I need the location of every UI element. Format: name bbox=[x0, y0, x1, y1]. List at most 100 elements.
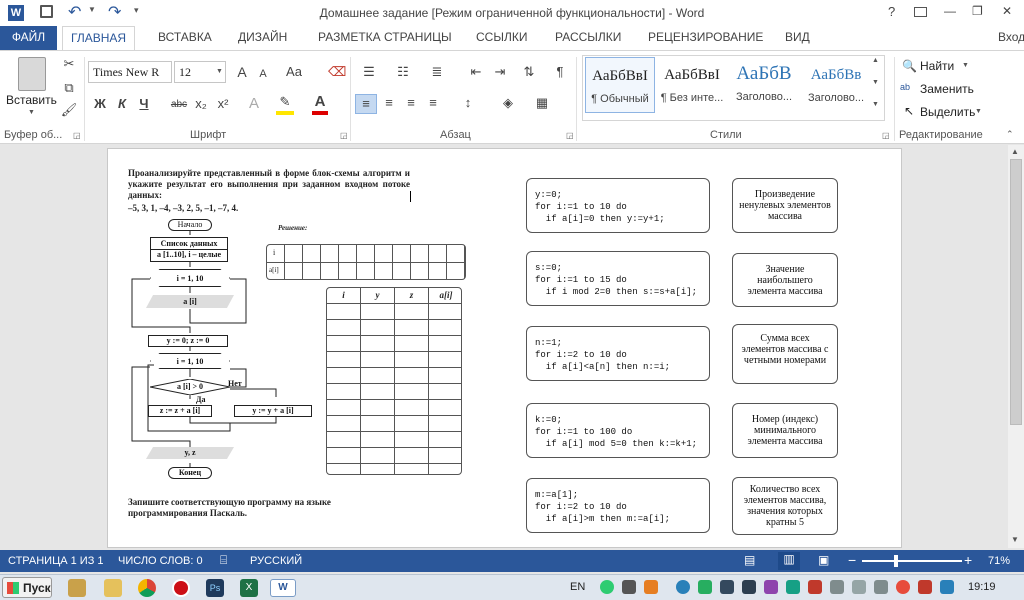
start-button[interactable]: Пуск bbox=[2, 577, 52, 598]
tray-icon-5[interactable] bbox=[698, 580, 712, 594]
style-normal[interactable]: АаБбВвІ ¶ Обычный bbox=[585, 57, 655, 113]
code-block-5[interactable]: m:=a[1]; for i:=2 to 10 do if a[i]>m the… bbox=[526, 478, 710, 533]
minimize-button[interactable]: — bbox=[944, 4, 956, 18]
style-heading-1[interactable]: АаБбВ Заголово... bbox=[729, 57, 799, 113]
info-icon[interactable] bbox=[676, 580, 690, 594]
select-button[interactable]: Выделить bbox=[920, 105, 975, 119]
style-no-spacing[interactable]: АаБбВвІ ¶ Без инте... bbox=[657, 57, 727, 113]
subscript-button[interactable]: x₂ bbox=[192, 95, 210, 113]
styles-more-icon[interactable]: ▼ bbox=[872, 101, 879, 108]
text-effects-icon[interactable]: A bbox=[246, 95, 262, 113]
tray-icon-6[interactable] bbox=[720, 580, 734, 594]
code-block-3[interactable]: n:=1; for i:=2 to 10 do if a[i]<a[n] the… bbox=[526, 326, 710, 381]
answer-box-1[interactable]: Произведение ненулевых элементов массива bbox=[732, 178, 838, 233]
answer-box-3[interactable]: Сумма всех элементов массива с четными н… bbox=[732, 324, 838, 384]
word-taskbar-icon[interactable]: W bbox=[270, 579, 296, 597]
tray-icon-9[interactable] bbox=[786, 580, 800, 594]
justify-icon[interactable]: ≡ bbox=[423, 94, 443, 112]
paste-dropdown-icon[interactable]: ▼ bbox=[28, 109, 35, 116]
web-layout-icon[interactable]: ▣ bbox=[818, 553, 829, 567]
document-page[interactable]: Проанализируйте представленный в форме б… bbox=[107, 148, 902, 548]
scroll-thumb[interactable] bbox=[1010, 159, 1022, 425]
tab-file[interactable]: ФАЙЛ bbox=[0, 26, 57, 50]
close-button[interactable]: ✕ bbox=[1002, 4, 1012, 18]
multilevel-list-icon[interactable]: ≣ bbox=[426, 63, 448, 81]
page-count[interactable]: СТРАНИЦА 1 ИЗ 1 bbox=[8, 555, 104, 567]
change-case-button[interactable]: Aa bbox=[282, 63, 306, 81]
chrome-icon[interactable] bbox=[138, 579, 156, 597]
sign-in-link[interactable]: Вход bbox=[998, 30, 1024, 44]
align-center-icon[interactable]: ≡ bbox=[379, 94, 399, 112]
clipboard-launcher-icon[interactable]: ◲ bbox=[73, 131, 81, 140]
tab-insert[interactable]: ВСТАВКА bbox=[158, 30, 212, 44]
photoshop-icon[interactable]: Ps bbox=[206, 579, 224, 597]
align-right-icon[interactable]: ≡ bbox=[401, 94, 421, 112]
restore-button[interactable]: ❐ bbox=[972, 4, 983, 18]
sort-icon[interactable]: ⇅ bbox=[520, 63, 538, 81]
select-icon[interactable]: ↖ bbox=[904, 104, 914, 118]
tray-icon-2[interactable] bbox=[622, 580, 636, 594]
tab-references[interactable]: ССЫЛКИ bbox=[476, 30, 527, 44]
increase-indent-icon[interactable]: ⇥ bbox=[490, 63, 510, 81]
find-dropdown-icon[interactable]: ▼ bbox=[962, 62, 969, 69]
styles-scroll-up-icon[interactable]: ▲ bbox=[872, 57, 879, 64]
help-button[interactable]: ? bbox=[888, 4, 895, 19]
tab-design[interactable]: ДИЗАЙН bbox=[238, 30, 287, 44]
warning-icon[interactable] bbox=[896, 580, 910, 594]
clear-formatting-icon[interactable]: ⌫ bbox=[328, 63, 346, 81]
font-launcher-icon[interactable]: ◲ bbox=[340, 131, 348, 140]
highlight-icon[interactable]: ✎ bbox=[276, 93, 294, 115]
tray-icon-1[interactable] bbox=[600, 580, 614, 594]
answer-box-2[interactable]: Значение наибольшего элемента массива bbox=[732, 253, 838, 307]
styles-launcher-icon[interactable]: ◲ bbox=[882, 131, 890, 140]
zoom-level[interactable]: 71% bbox=[988, 555, 1010, 567]
font-size-dropdown-icon[interactable]: ▼ bbox=[216, 68, 223, 75]
borders-icon[interactable]: ▦ bbox=[530, 94, 554, 112]
scroll-up-icon[interactable]: ▲ bbox=[1011, 147, 1019, 156]
replace-icon[interactable]: ab bbox=[900, 82, 910, 92]
zoom-out-button[interactable]: − bbox=[848, 552, 856, 568]
cut-icon[interactable]: ✂ bbox=[60, 55, 78, 73]
explorer-icon[interactable] bbox=[68, 579, 86, 597]
network-icon[interactable] bbox=[874, 580, 888, 594]
language-indicator[interactable]: РУССКИЙ bbox=[250, 555, 302, 567]
paragraph-launcher-icon[interactable]: ◲ bbox=[566, 131, 574, 140]
format-painter-icon[interactable]: 🖌 bbox=[60, 101, 78, 119]
bold-button[interactable]: Ж bbox=[92, 95, 108, 113]
keyboard-language[interactable]: EN bbox=[570, 581, 585, 593]
volume-icon[interactable] bbox=[852, 580, 866, 594]
excel-icon[interactable]: X bbox=[240, 579, 258, 597]
find-icon[interactable]: 🔍 bbox=[902, 59, 917, 73]
scroll-down-icon[interactable]: ▼ bbox=[1011, 535, 1019, 544]
zoom-in-button[interactable]: + bbox=[964, 552, 972, 568]
shading-icon[interactable]: ◈ bbox=[496, 94, 520, 112]
tab-mailings[interactable]: РАССЫЛКИ bbox=[555, 30, 621, 44]
tab-layout[interactable]: РАЗМЕТКА СТРАНИЦЫ bbox=[318, 30, 452, 44]
tray-icon-11[interactable] bbox=[830, 580, 844, 594]
align-left-icon[interactable]: ≡ bbox=[355, 94, 377, 114]
tray-icon-7[interactable] bbox=[742, 580, 756, 594]
shrink-font-button[interactable]: A bbox=[256, 65, 270, 83]
select-dropdown-icon[interactable]: ▼ bbox=[975, 108, 982, 115]
answer-box-4[interactable]: Номер (индекс) минимального элемента мас… bbox=[732, 403, 838, 458]
code-block-4[interactable]: k:=0; for i:=1 to 100 do if a[i] mod 5=0… bbox=[526, 403, 710, 458]
code-block-2[interactable]: s:=0; for i:=1 to 15 do if i mod 2=0 the… bbox=[526, 251, 710, 306]
font-color-icon[interactable]: A bbox=[312, 93, 328, 115]
word-count[interactable]: ЧИСЛО СЛОВ: 0 bbox=[118, 555, 203, 567]
tray-icon-10[interactable] bbox=[808, 580, 822, 594]
copy-icon[interactable]: ⧉ bbox=[60, 79, 78, 97]
find-button[interactable]: Найти bbox=[920, 59, 954, 73]
replace-button[interactable]: Заменить bbox=[920, 82, 974, 96]
tray-icon-3[interactable] bbox=[644, 580, 658, 594]
tab-view[interactable]: ВИД bbox=[785, 30, 810, 44]
opera-icon[interactable] bbox=[172, 579, 190, 597]
vertical-scrollbar[interactable]: ▲ ▼ bbox=[1008, 145, 1024, 548]
zoom-slider[interactable] bbox=[862, 560, 962, 562]
tray-icon-16[interactable] bbox=[940, 580, 954, 594]
superscript-button[interactable]: x² bbox=[214, 95, 232, 113]
paste-icon[interactable] bbox=[18, 57, 46, 91]
print-layout-icon[interactable]: ▥ bbox=[778, 552, 800, 570]
underline-button[interactable]: Ч bbox=[136, 95, 152, 113]
tray-icon-8[interactable] bbox=[764, 580, 778, 594]
tab-home[interactable]: ГЛАВНАЯ bbox=[62, 26, 136, 50]
